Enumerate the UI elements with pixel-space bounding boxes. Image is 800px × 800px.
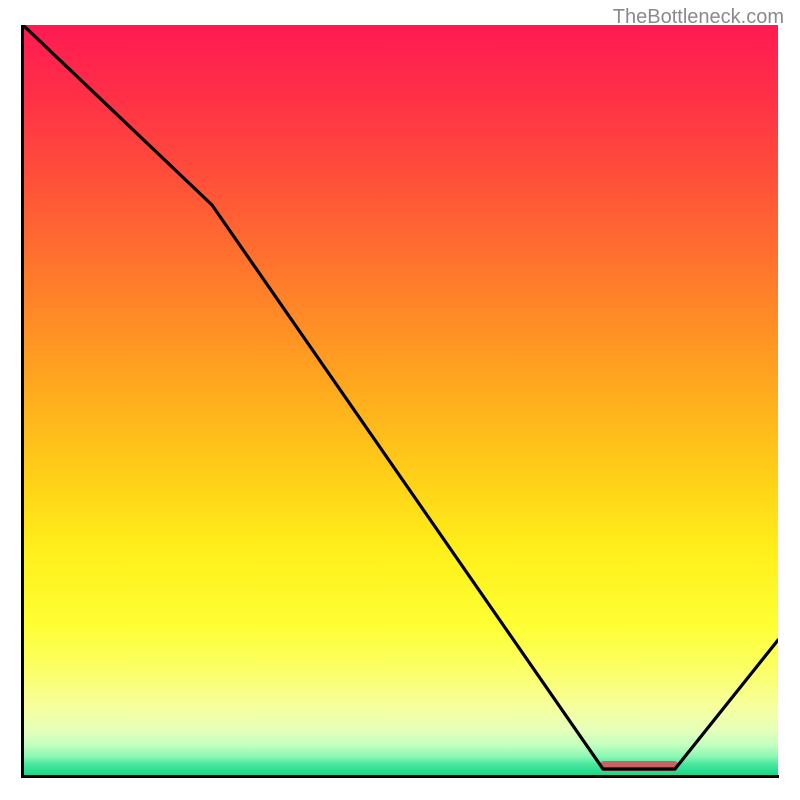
chart-container: TheBottleneck.com xyxy=(0,0,800,800)
y-axis xyxy=(21,25,24,777)
plot-area xyxy=(23,25,778,775)
chart-svg xyxy=(23,25,778,775)
x-axis xyxy=(21,775,779,778)
gradient-background xyxy=(23,25,778,775)
watermark-text: TheBottleneck.com xyxy=(613,6,784,29)
